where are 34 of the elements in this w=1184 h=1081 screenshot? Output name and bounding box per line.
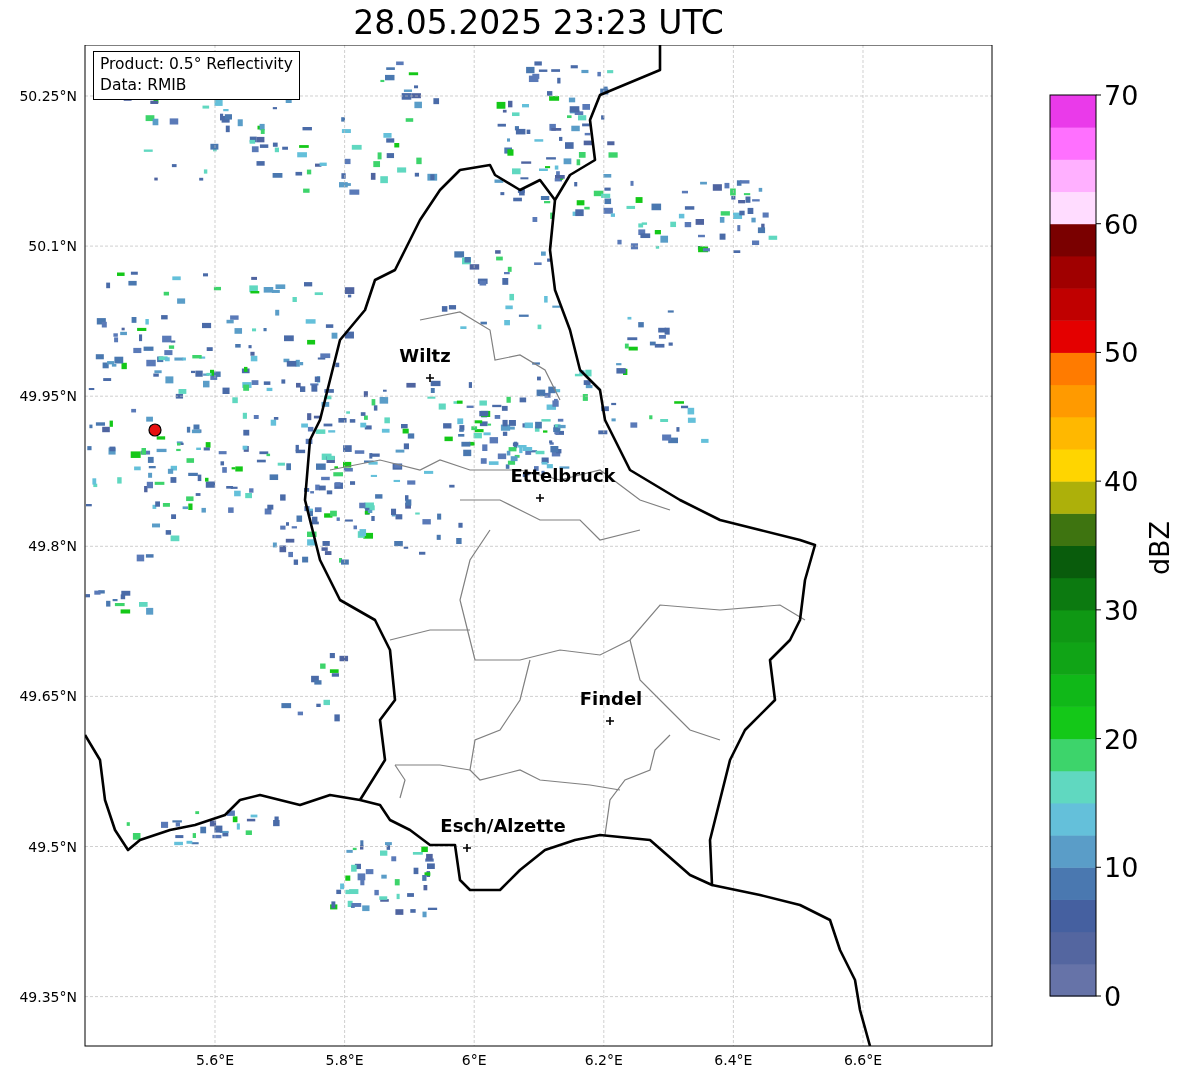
city-marker-icon [535,493,545,503]
colorbar-tick-label: 40 [1104,466,1139,498]
colorbar-tick-label: 60 [1104,208,1139,240]
city-marker-icon [462,843,472,853]
colorbar-tick-label: 20 [1104,723,1139,755]
colorbar-label: dBZ [1144,520,1175,576]
radar-site-marker [148,423,162,437]
axis-tick-label: 49.8°N [28,538,77,555]
axis-tick-label: 49.5°N [28,838,77,855]
colorbar-tick-label: 30 [1104,594,1139,626]
axis-tick-label: 49.65°N [19,688,77,705]
axis-tick-label: 5.6°E [195,1052,235,1068]
colorbar-tick-label: 70 [1104,80,1139,111]
axis-tick-label: 6.2°E [584,1052,623,1068]
colorbar-tick-label: 0 [1104,981,1122,1012]
axis-tick-label: 6.4°E [714,1052,753,1068]
chart-title: 28.05.2025 23:23 UTC [353,2,724,44]
city-label: Ettelbruck [510,465,616,486]
info-text: Product: 0.5° Reflectivity [100,54,293,75]
city-marker-icon [605,716,615,726]
city-label: Findel [579,688,643,709]
colorbar-tick-label: 10 [1104,852,1139,884]
city-marker-icon [425,373,435,383]
axis-tick-label: 6°E [461,1052,487,1068]
axis-tick-label: 6.6°E [843,1052,883,1068]
info-text: Data: RMIB [100,75,188,96]
axis-tick-label: 49.95°N [19,388,77,405]
colorbar-tick-label: 50 [1104,337,1139,369]
city-label: Esch/Alzette [440,815,566,836]
city-label: Wiltz [399,345,451,366]
axis-tick-label: 5.8°E [325,1052,364,1068]
axis-tick-label: 49.35°N [19,988,77,1005]
axis-tick-label: 50.1°N [28,238,77,255]
axis-tick-label: 50.25°N [19,88,77,104]
